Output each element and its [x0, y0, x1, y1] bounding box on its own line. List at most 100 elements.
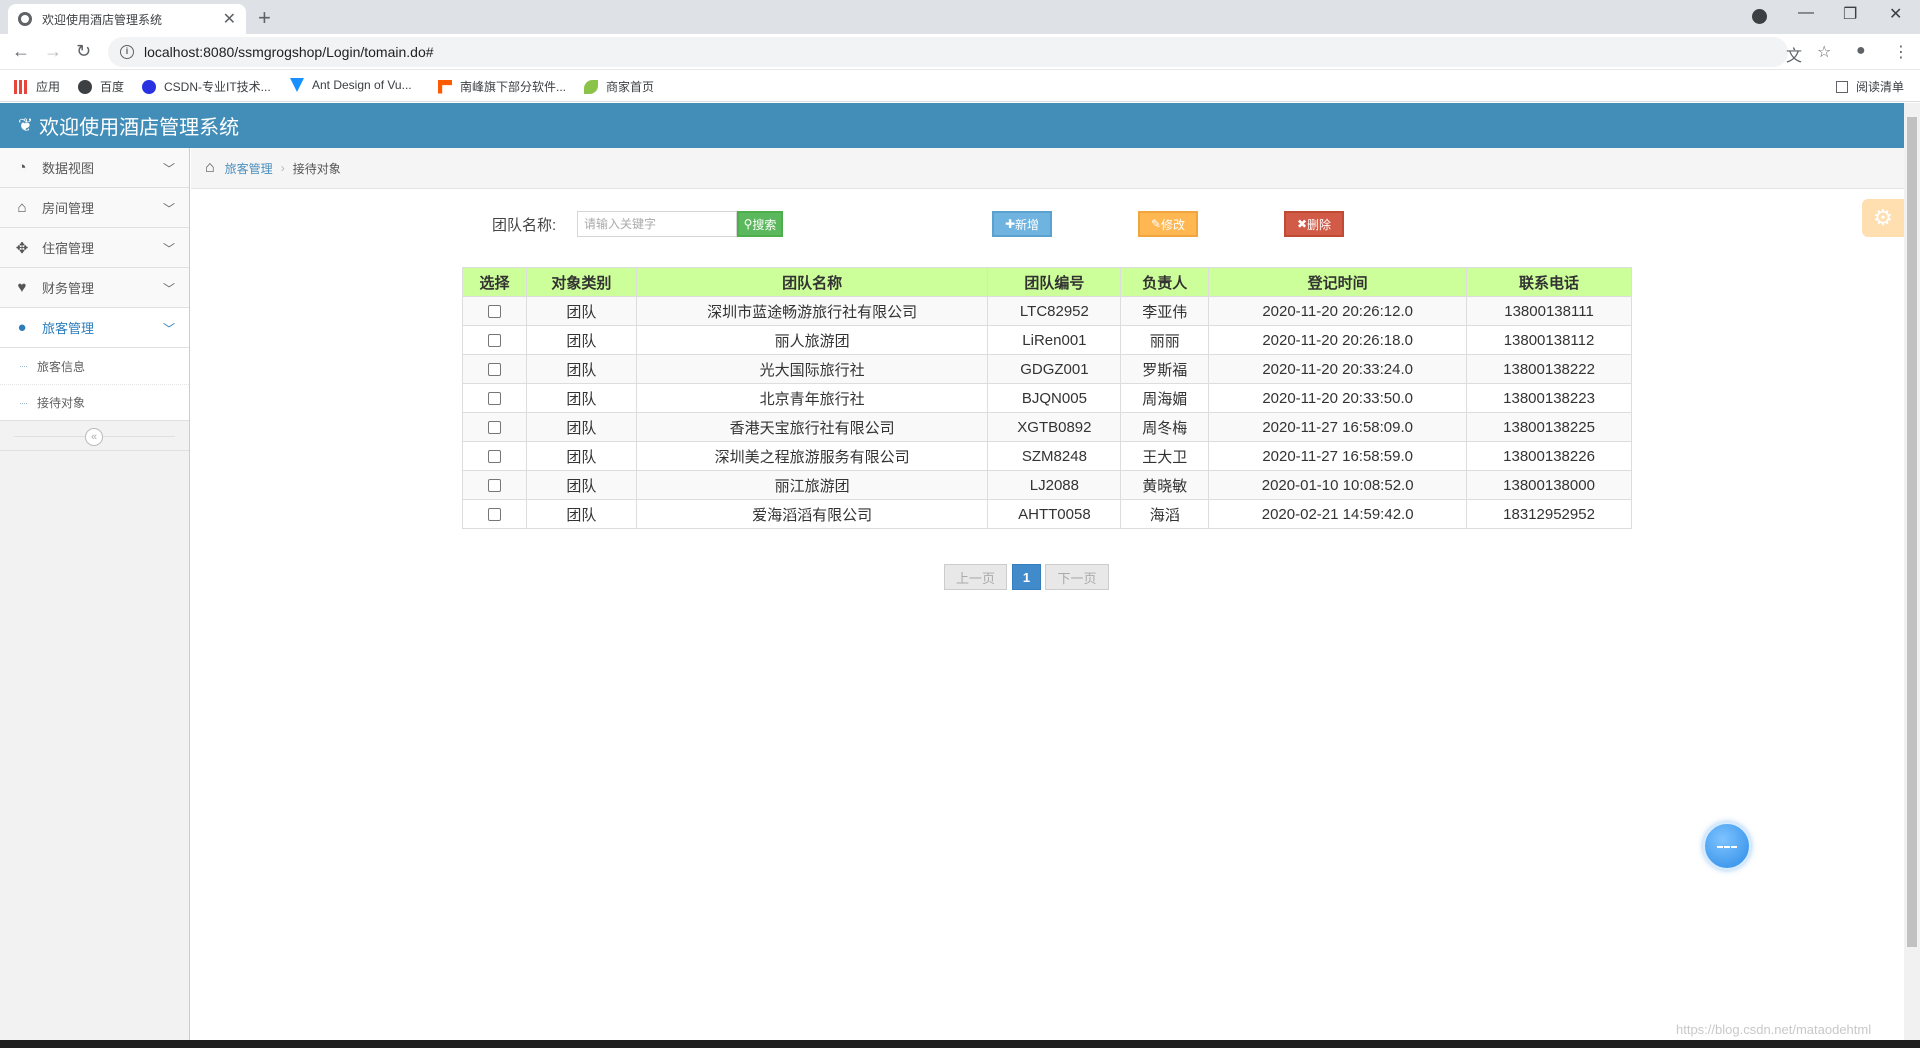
browser-menu-icon[interactable]: ⋮ — [1893, 42, 1909, 62]
table-row: 团队 香港天宝旅行社有限公司 XGTB0892 周冬梅 2020-11-27 16:58… — [462, 412, 1632, 442]
bookmark-apps[interactable]: 应用 — [14, 78, 60, 95]
table-cell: BJQN005 — [987, 383, 1122, 413]
leaf-icon — [584, 79, 598, 94]
scrollbar-thumb[interactable] — [1907, 117, 1917, 947]
row-checkbox[interactable] — [487, 421, 501, 435]
bookmark-baidu[interactable]: 百度 — [78, 78, 124, 95]
site-info-icon[interactable]: i — [120, 45, 134, 59]
page-scrollbar[interactable] — [1904, 103, 1920, 1048]
plus-icon: ✚ — [1004, 217, 1016, 231]
browser-tab[interactable]: 欢迎使用酒店管理系统 ✕ — [8, 4, 246, 34]
bookmark-star-icon[interactable]: ☆ — [1817, 42, 1831, 62]
chevron-down-icon: ﹀ — [162, 242, 175, 256]
app-header: ❦ 欢迎使用酒店管理系统 — [0, 103, 1904, 148]
restore-icon[interactable]: ❐ — [1843, 4, 1857, 24]
sidebar-item-room-management[interactable]: ⌂ 房间管理 ﹀ — [0, 188, 189, 228]
select-cell — [462, 441, 527, 471]
back-icon[interactable]: ← — [12, 41, 30, 62]
sidebar-item-label: 数据视图 — [42, 161, 95, 176]
search-button[interactable]: ⚲ 搜索 — [737, 211, 783, 237]
translate-icon[interactable]: 文 — [1786, 42, 1802, 66]
table-row: 团队 爱海滔滔有限公司 AHTT0058 海滔 2020-02-21 14:59:42.… — [462, 499, 1632, 529]
page-number-button[interactable]: 1 — [1012, 564, 1041, 590]
table-cell: 13800138226 — [1466, 441, 1632, 471]
prev-page-button[interactable]: 上一页 — [944, 564, 1007, 590]
table-row: 团队 光大国际旅行社 GDGZ001 罗斯福 2020-11-20 20:33:24.0… — [462, 354, 1632, 384]
window-close-icon[interactable]: ✕ — [1889, 4, 1902, 24]
table-cell: 北京青年旅行社 — [635, 383, 989, 413]
home-icon[interactable]: ⌂ — [205, 159, 215, 177]
search-button-label: 搜索 — [752, 217, 777, 232]
column-header: 对象类别 — [525, 267, 637, 297]
tab-close-icon[interactable]: ✕ — [223, 9, 236, 29]
table-cell: 丽人旅游团 — [635, 325, 989, 355]
bookmarks-bar: 应用 百度 CSDN-专业IT技术... Ant Design of Vu...… — [0, 70, 1920, 102]
flag-icon — [438, 79, 452, 94]
edit-button[interactable]: ✎ 修改 — [1138, 211, 1198, 237]
column-header: 团队编号 — [987, 267, 1122, 297]
reading-list-icon — [1836, 80, 1848, 93]
table-row: 团队 深圳市蓝途畅游旅行社有限公司 LTC82952 李亚伟 2020-11-20 20… — [462, 296, 1632, 326]
row-checkbox[interactable] — [487, 334, 501, 348]
app-title: 欢迎使用酒店管理系统 — [39, 117, 240, 139]
breadcrumb: ⌂ 旅客管理 › 接待对象 — [191, 148, 1904, 189]
column-header: 选择 — [462, 267, 527, 297]
bookmark-csdn[interactable]: CSDN-专业IT技术... — [142, 78, 271, 95]
row-checkbox[interactable] — [487, 508, 501, 522]
bookmark-ant-design[interactable]: Ant Design of Vu... — [290, 78, 412, 92]
table-cell: 18312952952 — [1466, 499, 1632, 529]
add-button[interactable]: ✚ 新增 — [992, 211, 1052, 237]
address-bar[interactable]: i localhost:8080/ssmgrogshop/Login/tomai… — [108, 37, 1788, 67]
next-page-button[interactable]: 下一页 — [1045, 564, 1109, 590]
sidebar-subitem-reception[interactable]: 接待对象 — [0, 384, 189, 420]
table-cell: 13800138225 — [1466, 412, 1632, 442]
table-cell: 爱海滔滔有限公司 — [635, 499, 989, 529]
settings-gear-icon[interactable]: ⚙ — [1862, 199, 1904, 237]
floating-assistant-button[interactable] — [1703, 822, 1751, 870]
table-cell: 13800138111 — [1466, 296, 1632, 326]
reading-list[interactable]: 阅读清单 — [1836, 78, 1904, 95]
browser-tab-bar: 欢迎使用酒店管理系统 ✕ + — ❐ ✕ — [0, 0, 1920, 34]
sidebar-subitem-guest-info[interactable]: 旅客信息 — [0, 348, 189, 384]
bookmark-label: CSDN-专业IT技术... — [164, 80, 271, 94]
table-cell: 黄晓敏 — [1120, 470, 1210, 500]
row-checkbox[interactable] — [487, 479, 501, 493]
new-tab-button[interactable]: + — [258, 5, 271, 31]
table-cell: 13800138000 — [1466, 470, 1632, 500]
select-cell — [462, 325, 527, 355]
row-checkbox[interactable] — [487, 363, 501, 377]
reload-icon[interactable]: ↻ — [76, 41, 91, 62]
table-cell: SZM8248 — [987, 441, 1122, 471]
bookmark-nanfeng[interactable]: 南峰旗下部分软件... — [438, 78, 566, 95]
row-checkbox[interactable] — [487, 392, 501, 406]
forward-icon[interactable]: → — [44, 41, 62, 62]
minimize-icon[interactable]: — — [1798, 4, 1814, 22]
row-checkbox[interactable] — [487, 305, 501, 319]
tab-search-icon[interactable] — [1752, 9, 1767, 24]
add-button-label: 新增 — [1015, 217, 1040, 232]
sidebar-item-stay-management[interactable]: ✥ 住宿管理 ﹀ — [0, 228, 189, 268]
table-cell: 丽丽 — [1120, 325, 1210, 355]
table-row: 团队 丽江旅游团 LJ2088 黄晓敏 2020-01-10 10:08:52.0 138… — [462, 470, 1632, 500]
sidebar-item-finance-management[interactable]: ♥ 财务管理 ﹀ — [0, 268, 189, 308]
bookmark-merchant[interactable]: 商家首页 — [584, 78, 654, 95]
table-cell: 2020-11-20 20:26:12.0 — [1208, 296, 1468, 326]
table-cell: 周海媚 — [1120, 383, 1210, 413]
table-cell: 2020-01-10 10:08:52.0 — [1208, 470, 1468, 500]
sidebar-item-guest-management[interactable]: ● 旅客管理 ﹀ — [0, 308, 189, 348]
sidebar-item-data-view[interactable]: ◔ 数据视图 ﹀ — [0, 148, 189, 188]
row-checkbox[interactable] — [487, 450, 501, 464]
table-cell: 2020-02-21 14:59:42.0 — [1208, 499, 1468, 529]
table-cell: 团队 — [525, 412, 637, 442]
chevron-down-icon: ﹀ — [162, 282, 175, 296]
column-header: 负责人 — [1120, 267, 1210, 297]
taskbar — [0, 1040, 1920, 1048]
globe-icon — [78, 79, 92, 94]
table-cell: LJ2088 — [987, 470, 1122, 500]
search-input[interactable] — [577, 211, 737, 237]
collapse-sidebar-icon[interactable]: « — [85, 428, 103, 446]
delete-button[interactable]: ✖ 删除 — [1284, 211, 1344, 237]
profile-avatar-icon[interactable]: ● — [1856, 42, 1866, 60]
url-text[interactable]: localhost:8080/ssmgrogshop/Login/tomain.… — [144, 44, 434, 60]
breadcrumb-link[interactable]: 旅客管理 — [225, 160, 273, 177]
